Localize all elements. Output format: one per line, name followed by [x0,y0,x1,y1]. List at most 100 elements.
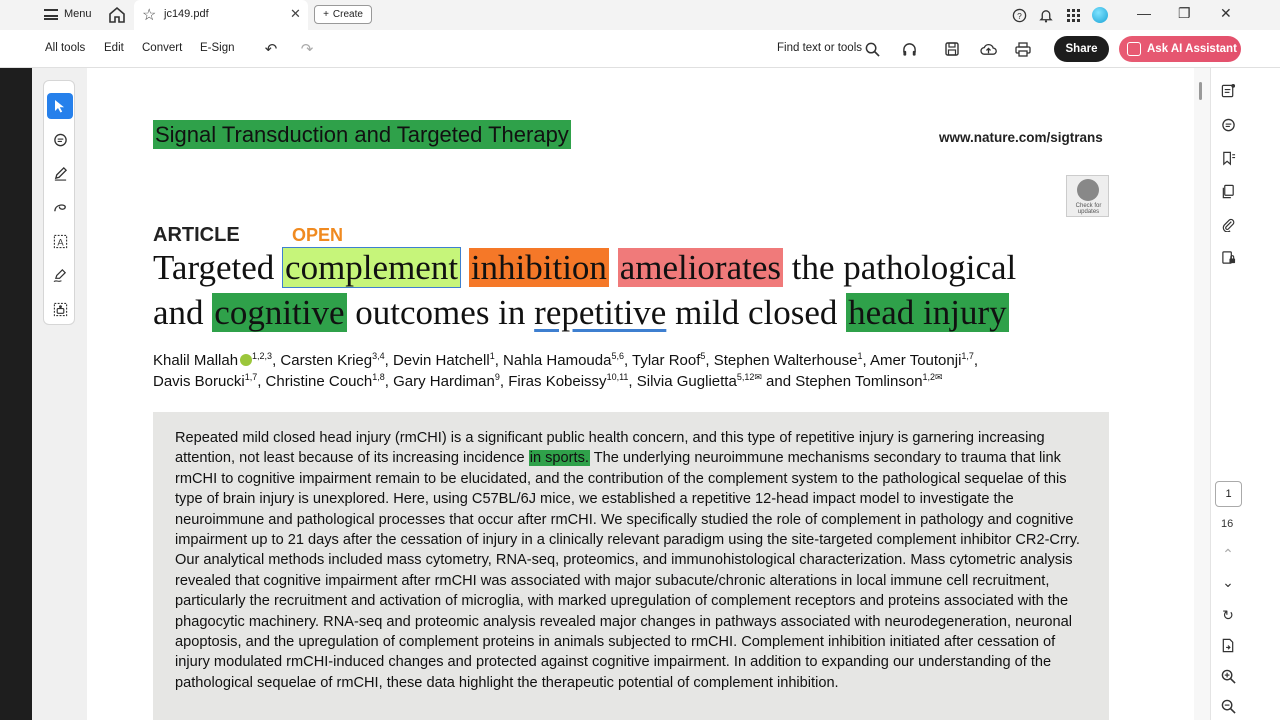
draw-tool-button[interactable] [47,194,73,220]
comments-panel-icon[interactable] [1218,115,1238,135]
author-affiliation: 1,2✉ [922,372,943,382]
author-name: , Firas Kobeissy [499,373,607,390]
abstract-part: The underlying neuroimmune mechanisms se… [175,450,1080,691]
article-title-line-2: and cognitive outcomes in repetitive mil… [153,293,1009,333]
star-icon[interactable]: ☆ [142,5,156,25]
ai-summary-icon[interactable] [1218,80,1238,100]
fill-sign-tool-button[interactable] [47,262,73,288]
freehand-icon [53,203,66,211]
abstract-text: Repeated mild closed head injury (rmCHI)… [175,428,1090,693]
check-for-updates-badge[interactable]: Check for updates [1066,175,1109,217]
vertical-scrollbar[interactable] [1194,68,1210,720]
document-tab[interactable]: ☆ jc149.pdf ✕ [134,0,308,30]
author-name: , [973,352,979,369]
svg-text:A: A [57,237,64,247]
extract-page-icon[interactable] [1218,635,1238,655]
author-name: , Amer Toutonji [862,352,962,369]
author-affiliation: 1,7 [244,372,258,382]
author-name: and Stephen Tomlinson [761,373,923,390]
plus-icon: + [323,9,329,20]
journal-url[interactable]: www.nature.com/sigtrans [939,130,1103,145]
redo-icon[interactable]: ↷ [297,39,317,59]
undo-icon[interactable]: ↶ [261,39,281,59]
chevron-down-icon[interactable]: ⌄ [1218,572,1238,592]
protect-icon[interactable] [1218,247,1238,267]
title-word: Targeted [153,248,275,287]
hamburger-icon [44,9,58,20]
fill-sign-icon [53,268,66,282]
bell-icon[interactable] [1037,6,1055,24]
tab-title: jc149.pdf [164,8,209,20]
create-button[interactable]: + Create [314,5,372,24]
left-gutter [0,68,32,720]
stamp-tool-button[interactable] [47,296,73,322]
highlight-tool-button[interactable] [47,160,73,186]
help-icon[interactable]: ? [1010,6,1028,24]
convert-link[interactable]: Convert [142,42,182,54]
title-bar: Menu ☆ jc149.pdf ✕ + Create ? — ❐ ✕ [0,0,1280,30]
authors-line-2: Davis Borucki1,7, Christine Couch1,8, Ga… [153,372,943,390]
close-tab-icon[interactable]: ✕ [290,6,301,22]
page-thumbnails-icon[interactable] [1218,181,1238,201]
headphones-icon[interactable] [899,39,919,59]
attachments-icon[interactable] [1218,214,1238,234]
rotate-icon[interactable]: ↻ [1218,605,1238,625]
apps-grid-icon[interactable] [1064,6,1082,24]
author-name: , Carsten Krieg [272,352,373,369]
title-highlight-inhibition[interactable]: inhibition [468,248,609,287]
print-icon[interactable] [1013,39,1033,59]
comment-tool-button[interactable] [47,127,73,153]
title-word: the pathological [791,248,1017,287]
text-box-tool-button[interactable]: A [47,228,73,254]
home-icon[interactable] [107,5,127,25]
abstract-highlight-in-sports[interactable]: in sports. [528,450,590,467]
create-label: Create [332,9,363,20]
current-page-input[interactable]: 1 [1215,481,1242,507]
cloud-upload-icon[interactable] [978,39,998,59]
close-window-icon[interactable]: ✕ [1220,5,1232,22]
title-word: outcomes in [355,293,526,332]
minimize-icon[interactable]: — [1137,5,1151,21]
title-underline-repetitive[interactable]: repetitive [534,293,666,332]
user-avatar[interactable] [1092,7,1108,23]
article-title-line-1: Targeted complement inhibition ameliorat… [153,247,1017,288]
orcid-icon[interactable] [240,354,253,366]
zoom-in-icon[interactable] [1218,666,1238,686]
title-highlight-ameliorates[interactable]: ameliorates [617,248,783,287]
all-tools-link[interactable]: All tools [45,42,85,54]
ask-ai-assistant-button[interactable]: Ask AI Assistant [1119,36,1241,62]
bookmarks-icon[interactable] [1218,148,1238,168]
menu-button[interactable] [0,0,58,30]
scroll-thumb[interactable] [1199,82,1202,100]
author-name: , Nahla Hamouda [494,352,612,369]
title-highlight-cognitive[interactable]: cognitive [212,293,347,332]
cursor-icon [55,100,64,113]
title-word: and [153,293,204,332]
menu-label[interactable]: Menu [64,8,92,20]
esign-link[interactable]: E-Sign [200,42,235,54]
author-affiliation: 1,8 [372,372,385,382]
author-affiliation: 3,4 [372,351,385,361]
author-name: , Devin Hatchell [384,352,490,369]
search-icon[interactable] [862,39,882,59]
ask-ai-label: Ask AI Assistant [1147,43,1237,55]
article-type-label: ARTICLE [153,224,240,246]
save-icon[interactable] [942,39,962,59]
chevron-up-icon[interactable]: ⌃ [1218,544,1238,564]
comment-icon [53,133,67,146]
title-highlight-complement[interactable]: complement [282,247,462,288]
total-pages-label: 16 [1221,518,1234,530]
author-affiliation: 1,7 [961,351,974,361]
title-highlight-head-injury[interactable]: head injury [846,293,1009,332]
pen-icon [54,166,67,181]
svg-text:?: ? [1017,10,1022,20]
title-word: mild closed [675,293,838,332]
restore-icon[interactable]: ❐ [1178,5,1191,22]
author-name: , Silvia Guglietta [628,373,737,390]
author-affiliation: 10,11 [606,372,629,382]
edit-link[interactable]: Edit [104,42,124,54]
zoom-out-icon[interactable] [1218,696,1238,716]
share-button[interactable]: Share [1054,36,1109,62]
select-tool-button[interactable] [47,93,73,119]
find-text-label[interactable]: Find text or tools [777,42,862,54]
